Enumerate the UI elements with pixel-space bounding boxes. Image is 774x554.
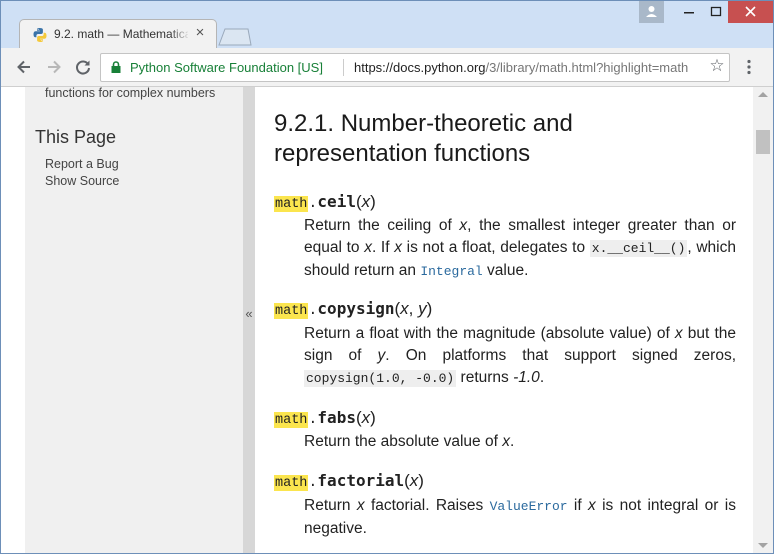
reload-icon[interactable] <box>73 57 93 77</box>
user-icon <box>646 6 657 17</box>
minimize-icon <box>684 12 694 14</box>
param: y <box>418 299 427 318</box>
lock-icon <box>111 61 121 73</box>
sidebar-heading-this-page: This Page <box>35 127 117 147</box>
page-viewport: functions for complex numbers This Page … <box>1 87 773 553</box>
browser-tab[interactable]: 9.2. math — Mathematical functions × <box>19 19 217 49</box>
function-name: copysign <box>317 299 395 318</box>
sidebar-prev-link[interactable]: functions for complex numbers <box>45 87 215 100</box>
site-identity-label[interactable]: Python Software Foundation [US] <box>130 60 323 75</box>
module-name: math <box>274 412 309 428</box>
function-description-ceil: Return the ceiling of x, the smallest in… <box>304 217 736 279</box>
address-bar[interactable]: Python Software Foundation [US] https://… <box>100 53 730 82</box>
function-signature-ceil[interactable]: math.ceil(x) <box>274 192 376 214</box>
collapse-chevron-icon: « <box>245 306 253 321</box>
function-description-copysign: Return a float with the magnitude (absol… <box>304 325 736 387</box>
sidebar-collapse-bar[interactable]: « <box>243 87 255 553</box>
link-valueerror[interactable]: ValueError <box>490 499 568 514</box>
browser-toolbar: Python Software Foundation [US] https://… <box>1 48 773 87</box>
menu-icon[interactable] <box>739 57 759 77</box>
url-path: /3/library/math.html?highlight=math <box>485 60 689 75</box>
param: x <box>400 299 409 318</box>
url-host: https://docs.python.org <box>354 60 486 75</box>
module-name: math <box>274 196 309 212</box>
star-icon[interactable]: ☆ <box>708 57 726 75</box>
module-name: math <box>274 303 309 319</box>
function-name: fabs <box>317 408 356 427</box>
function-description-fabs: Return the absolute value of x. <box>304 433 515 450</box>
section-title: 9.2.1. Number-theoretic and representati… <box>274 110 573 167</box>
back-icon[interactable] <box>14 57 34 77</box>
url-text[interactable]: https://docs.python.org/3/library/math.h… <box>354 60 704 75</box>
new-tab-icon[interactable] <box>218 28 252 46</box>
address-divider <box>343 59 344 76</box>
python-favicon-icon <box>33 28 47 42</box>
sidebar-link-show-source[interactable]: Show Source <box>45 174 119 188</box>
sidebar-link-report-bug[interactable]: Report a Bug <box>45 157 119 171</box>
function-name: ceil <box>317 192 356 211</box>
function-signature-fabs[interactable]: math.fabs(x) <box>274 408 376 430</box>
tab-title: 9.2. math — Mathematical functions <box>54 27 188 41</box>
forward-icon[interactable] <box>44 57 64 77</box>
param: x <box>361 192 371 211</box>
inline-code: x.__ceil__() <box>589 240 688 257</box>
docs-sidebar: functions for complex numbers This Page … <box>25 87 243 553</box>
browser-window: 9.2. math — Mathematical functions × <box>0 0 774 554</box>
inline-code: copysign(1.0, -0.0) <box>304 370 457 387</box>
maximize-button[interactable] <box>701 1 731 23</box>
link-integral[interactable]: Integral <box>420 264 482 279</box>
vertical-scrollbar[interactable] <box>753 87 773 553</box>
function-name: factorial <box>317 471 405 490</box>
scroll-up-icon[interactable] <box>758 92 768 97</box>
close-icon <box>745 6 756 17</box>
function-signature-copysign[interactable]: math.copysign(x, y) <box>274 299 432 321</box>
function-description-factorial: Return x factorial. Raises ValueError if… <box>304 497 736 537</box>
module-name: math <box>274 475 309 491</box>
scroll-down-icon[interactable] <box>758 543 768 548</box>
scrollbar-thumb[interactable] <box>756 130 770 154</box>
user-profile-button[interactable] <box>639 1 664 23</box>
docs-content: 9.2.1. Number-theoretic and representati… <box>255 87 753 553</box>
title-bar: 9.2. math — Mathematical functions × <box>1 1 773 49</box>
minimize-button[interactable] <box>674 1 704 23</box>
close-window-button[interactable] <box>728 1 773 23</box>
tab-close-icon[interactable]: × <box>192 25 208 41</box>
param: x <box>361 408 371 427</box>
maximize-icon <box>710 6 722 17</box>
param: x <box>409 471 419 490</box>
function-signature-factorial[interactable]: math.factorial(x) <box>274 471 424 493</box>
